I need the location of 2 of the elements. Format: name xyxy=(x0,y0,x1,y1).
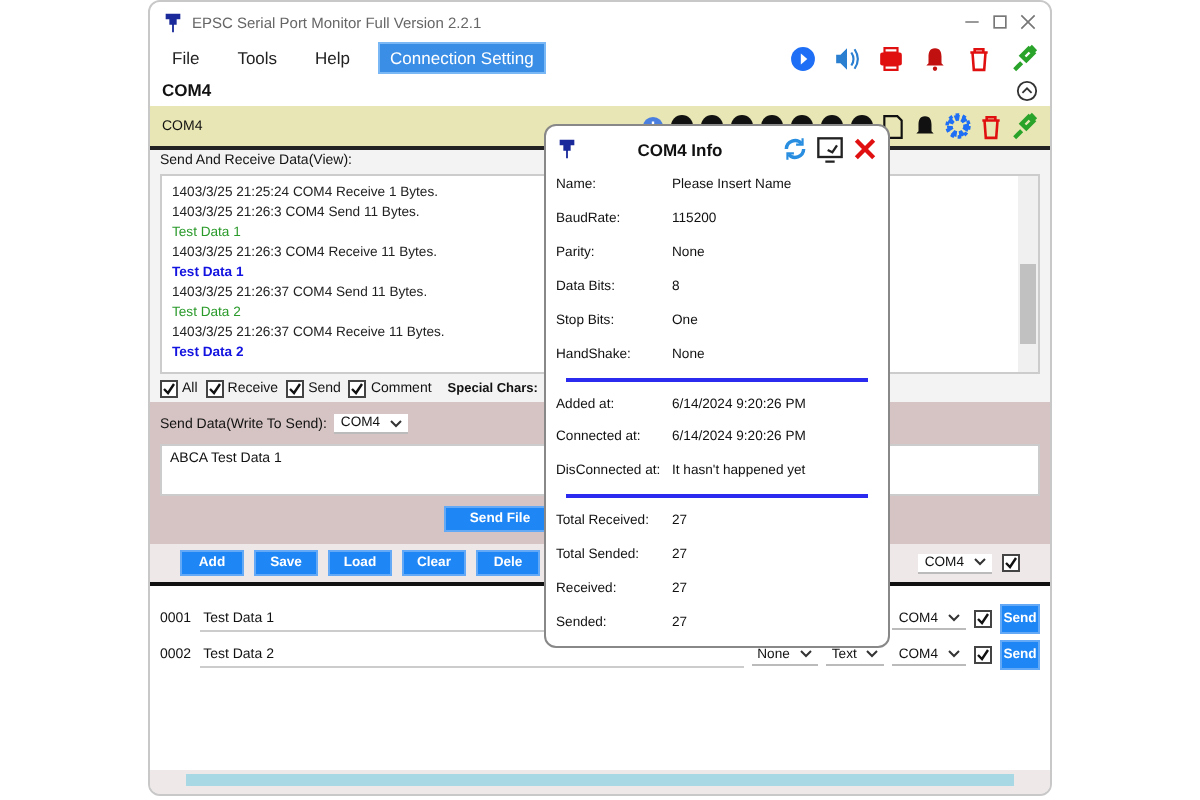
popup-title: COM4 Info xyxy=(637,139,723,160)
port-title: COM4 xyxy=(162,80,212,100)
